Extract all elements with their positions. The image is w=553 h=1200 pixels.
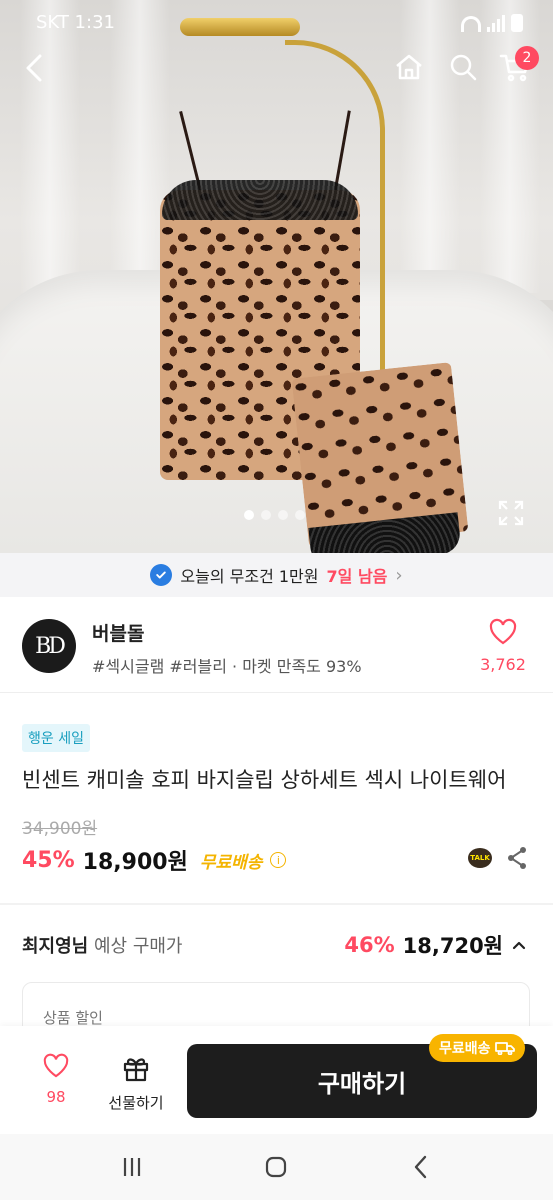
gallery-dot [295, 510, 305, 520]
seller-name[interactable]: 버블돌 [92, 619, 144, 646]
seller-logo: BD [22, 619, 76, 673]
verified-check-icon [150, 564, 173, 586]
like-button[interactable]: 98 [26, 1052, 86, 1106]
product-title: 빈센트 캐미솔 호피 바지슬립 상하세트 섹시 나이트웨어 [22, 768, 507, 792]
share-icon[interactable] [506, 846, 528, 870]
wifi-icon [461, 16, 481, 32]
gallery-dot [278, 510, 288, 520]
signal-icon [487, 15, 505, 32]
expected-price: 18,720원 [402, 934, 503, 958]
sale-price: 18,900원 [82, 850, 188, 875]
free-shipping-label: 무료배송 [199, 852, 263, 873]
seller-section[interactable]: BD 버블돌 #섹시글램 #러블리 · 마켓 만족도 93% 3,762 [0, 597, 553, 693]
gallery-dot [261, 510, 271, 520]
gift-icon [123, 1058, 149, 1082]
product-discount-label: 상품 할인 [43, 1009, 103, 1027]
original-price: 34,900원 [22, 819, 98, 839]
expected-discount: 46% [344, 933, 395, 957]
price-row: 45% 18,900원 무료배송 i [22, 844, 287, 876]
kakao-talk-icon[interactable]: TALK [468, 848, 492, 868]
home-button[interactable] [256, 1147, 296, 1187]
promo-banner[interactable]: 오늘의 무조건 1만원 7일 남음 › [0, 553, 553, 597]
carrier-time: SKT 1:31 [36, 12, 115, 33]
seller-like-count: 3,762 [480, 655, 526, 674]
expand-icon[interactable] [498, 500, 524, 526]
promo-text: 오늘의 무조건 1만원 [180, 567, 319, 586]
info-icon[interactable]: i [270, 852, 287, 868]
heart-icon [43, 1053, 69, 1078]
sale-tag: 행운 세일 [22, 724, 90, 752]
like-count: 98 [46, 1088, 66, 1106]
home-square-icon [266, 1156, 287, 1178]
back-icon[interactable] [16, 48, 56, 88]
status-bar: SKT 1:31 [0, 0, 553, 46]
back-chevron-icon [414, 1155, 427, 1179]
battery-icon [511, 14, 523, 32]
system-back-button[interactable] [401, 1147, 441, 1187]
chevron-right-icon: › [395, 564, 403, 586]
expected-price-label: 최지영님 예상 구매가 [22, 932, 183, 958]
gift-button[interactable]: 선물하기 [104, 1054, 168, 1113]
recent-apps-icon [124, 1158, 141, 1176]
discount-rate: 45% [22, 847, 75, 873]
section-divider [0, 903, 553, 905]
cart-count-badge: 2 [515, 46, 539, 70]
expected-price-toggle[interactable]: 46% 18,720원 [344, 930, 527, 960]
garment [150, 80, 469, 553]
bottom-action-bar: 98 선물하기 구매하기 무료배송 [0, 1026, 553, 1134]
heart-icon [489, 618, 517, 645]
product-detail-screen: SKT 1:31 2 오늘의 무조건 1만원 7일 남음 › BD 버블돌 #섹… [0, 0, 553, 1200]
seller-meta: #섹시글램 #러블리 · 마켓 만족도 93% [92, 657, 362, 676]
gallery-indicator [244, 510, 305, 520]
promo-remaining: 7일 남음 [326, 567, 388, 586]
recent-apps-button[interactable] [112, 1147, 152, 1187]
expected-label: 예상 구매가 [88, 936, 183, 957]
search-icon[interactable] [446, 50, 480, 84]
seller-like-button[interactable]: 3,762 [475, 617, 531, 674]
chevron-up-icon [512, 941, 526, 950]
free-shipping-badge: 무료배송 [429, 1034, 525, 1062]
truck-icon [494, 1042, 515, 1055]
status-icons [461, 14, 523, 32]
system-navigation-bar [0, 1134, 553, 1200]
user-name: 최지영님 [22, 936, 89, 957]
free-shipping-badge-label: 무료배송 [439, 1041, 491, 1057]
gift-label: 선물하기 [108, 1094, 164, 1112]
gallery-dot [244, 510, 254, 520]
lace-trim [162, 180, 358, 220]
home-icon[interactable] [392, 50, 426, 84]
